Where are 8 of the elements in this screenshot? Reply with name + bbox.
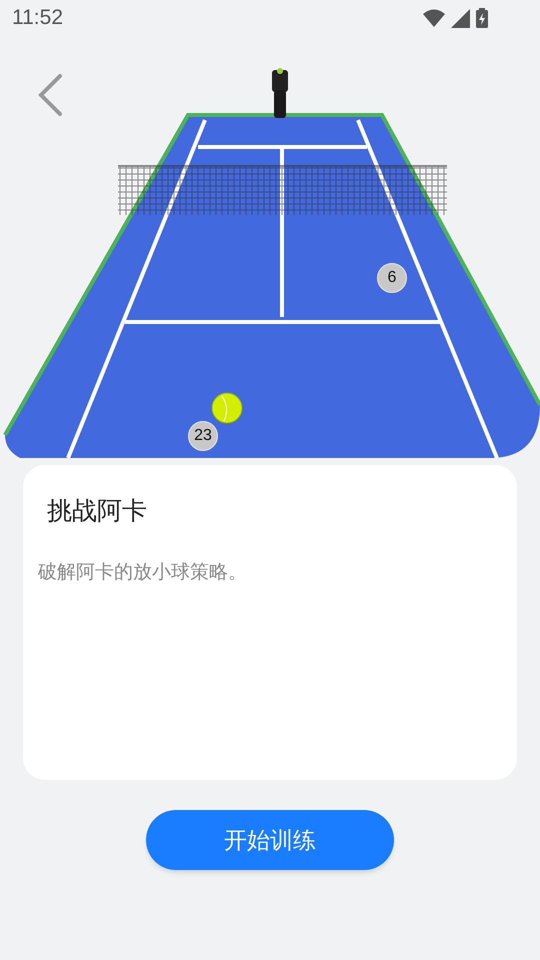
start-training-button[interactable]: 开始训练 <box>146 810 394 870</box>
card-title: 挑战阿卡 <box>46 496 148 527</box>
card-description: 破解阿卡的放小球策略。 <box>38 560 248 584</box>
battery-icon <box>476 8 488 28</box>
status-time: 11:52 <box>12 5 63 32</box>
signal-icon <box>451 8 470 28</box>
wifi-icon <box>423 9 445 27</box>
back-icon[interactable] <box>36 73 64 117</box>
